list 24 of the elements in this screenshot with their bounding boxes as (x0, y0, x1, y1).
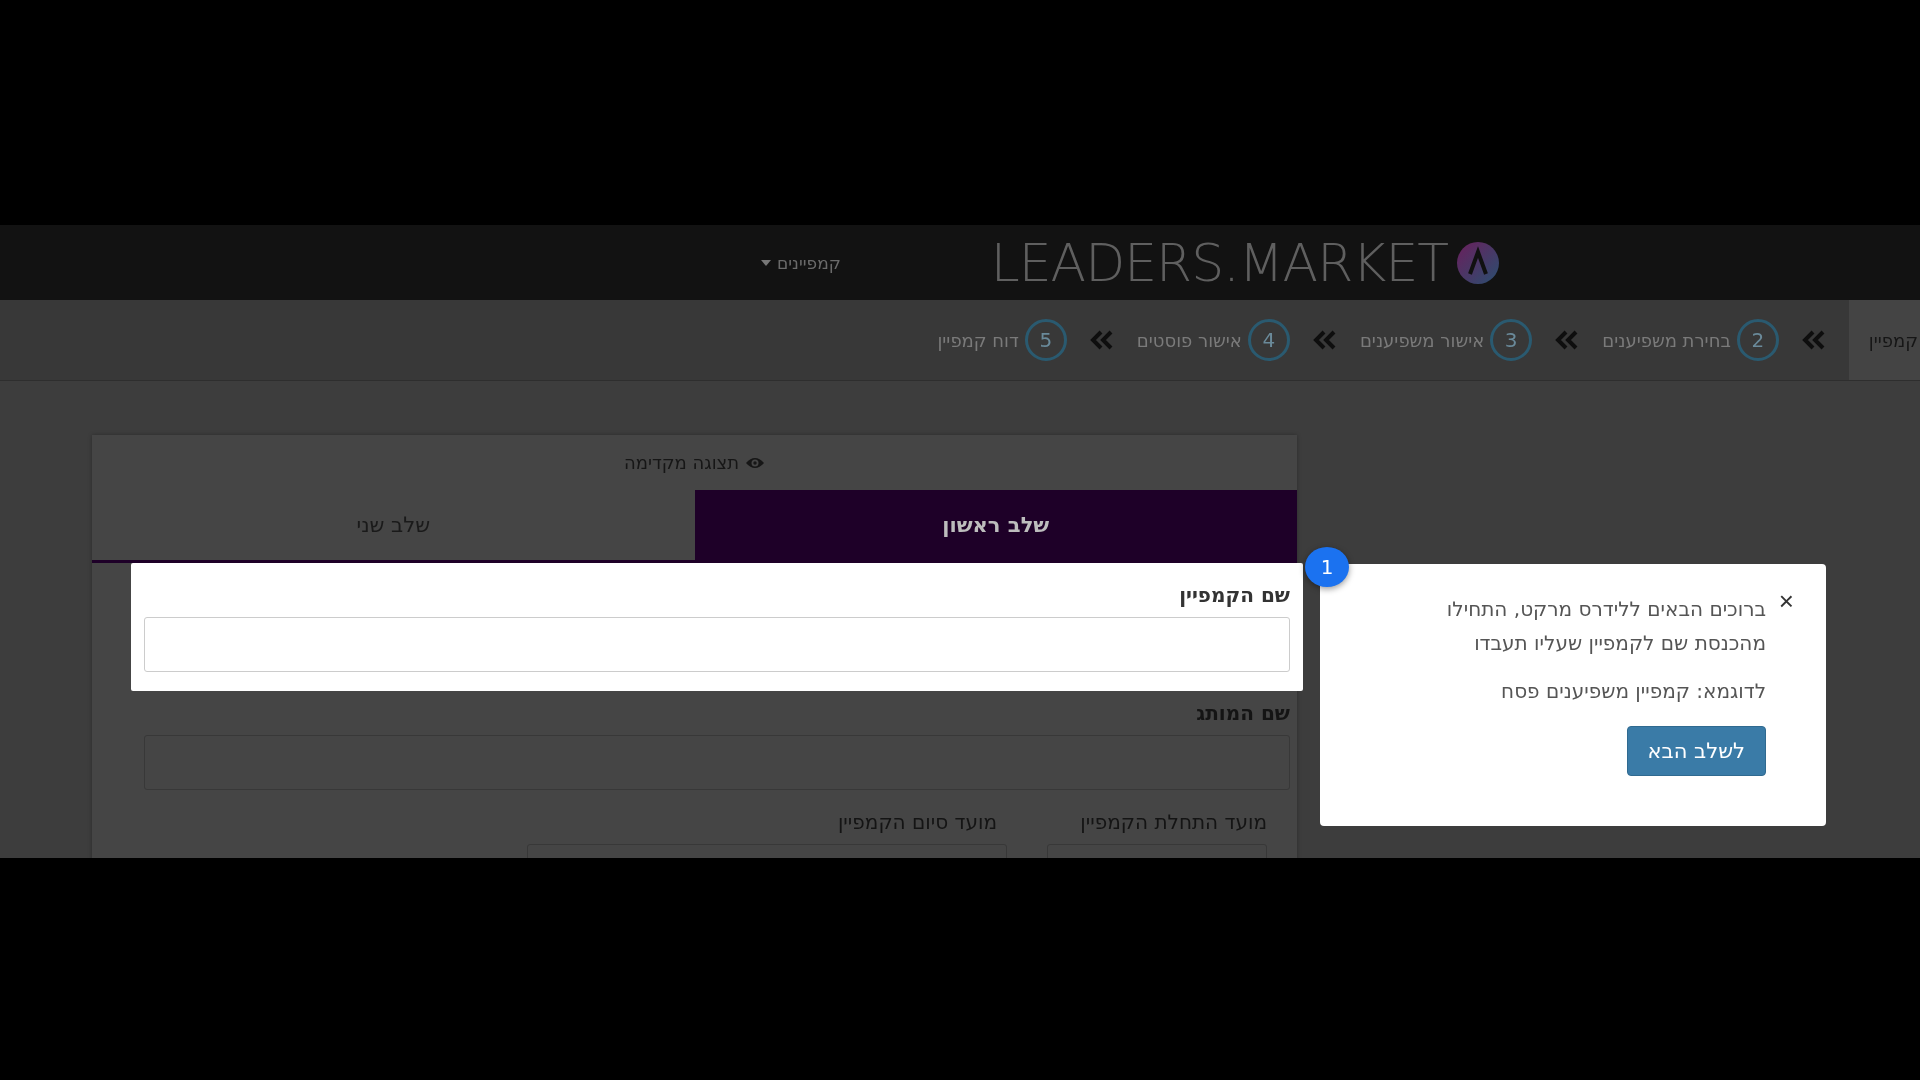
step-tab[interactable]: שלב ראשון (694, 490, 1297, 560)
chevrons-icon (1800, 330, 1827, 350)
chevrons-icon (1088, 330, 1115, 350)
campaign-name-input[interactable] (144, 616, 1290, 672)
campaigns-menu[interactable]: קמפיינים (761, 252, 841, 273)
step-label: בחירת משפיענים (1602, 329, 1731, 351)
step-label: אישור משפיענים (1359, 329, 1485, 351)
tour-text: ברוכים הבאים ללידרס מרקט, התחילו מהכנסת שם לקמפיין שעליו תעבדו (1445, 596, 1766, 657)
step-number: 5 (1024, 319, 1067, 361)
field-label: שם הקמפיין (1178, 582, 1290, 607)
tour-text: לדוגמא: קמפיין משפיענים פסח (1500, 678, 1766, 705)
step-badge: 1 (1305, 547, 1349, 587)
caret-icon (761, 259, 772, 266)
chevrons-icon (1311, 330, 1338, 350)
step-label: דוח קמפיין (937, 329, 1019, 351)
step-label: אישור פוסטים (1136, 329, 1242, 351)
eye-icon (745, 455, 766, 470)
next-step-button[interactable]: לשלב הבא (1626, 726, 1766, 776)
step-number: 4 (1247, 319, 1290, 361)
logo-icon (1456, 240, 1500, 285)
logo-text: LEADERS.MARKET (990, 232, 1448, 293)
step-number: 2 (1736, 319, 1779, 361)
step-number: 3 (1490, 319, 1533, 361)
close-button[interactable]: × (1778, 588, 1794, 614)
